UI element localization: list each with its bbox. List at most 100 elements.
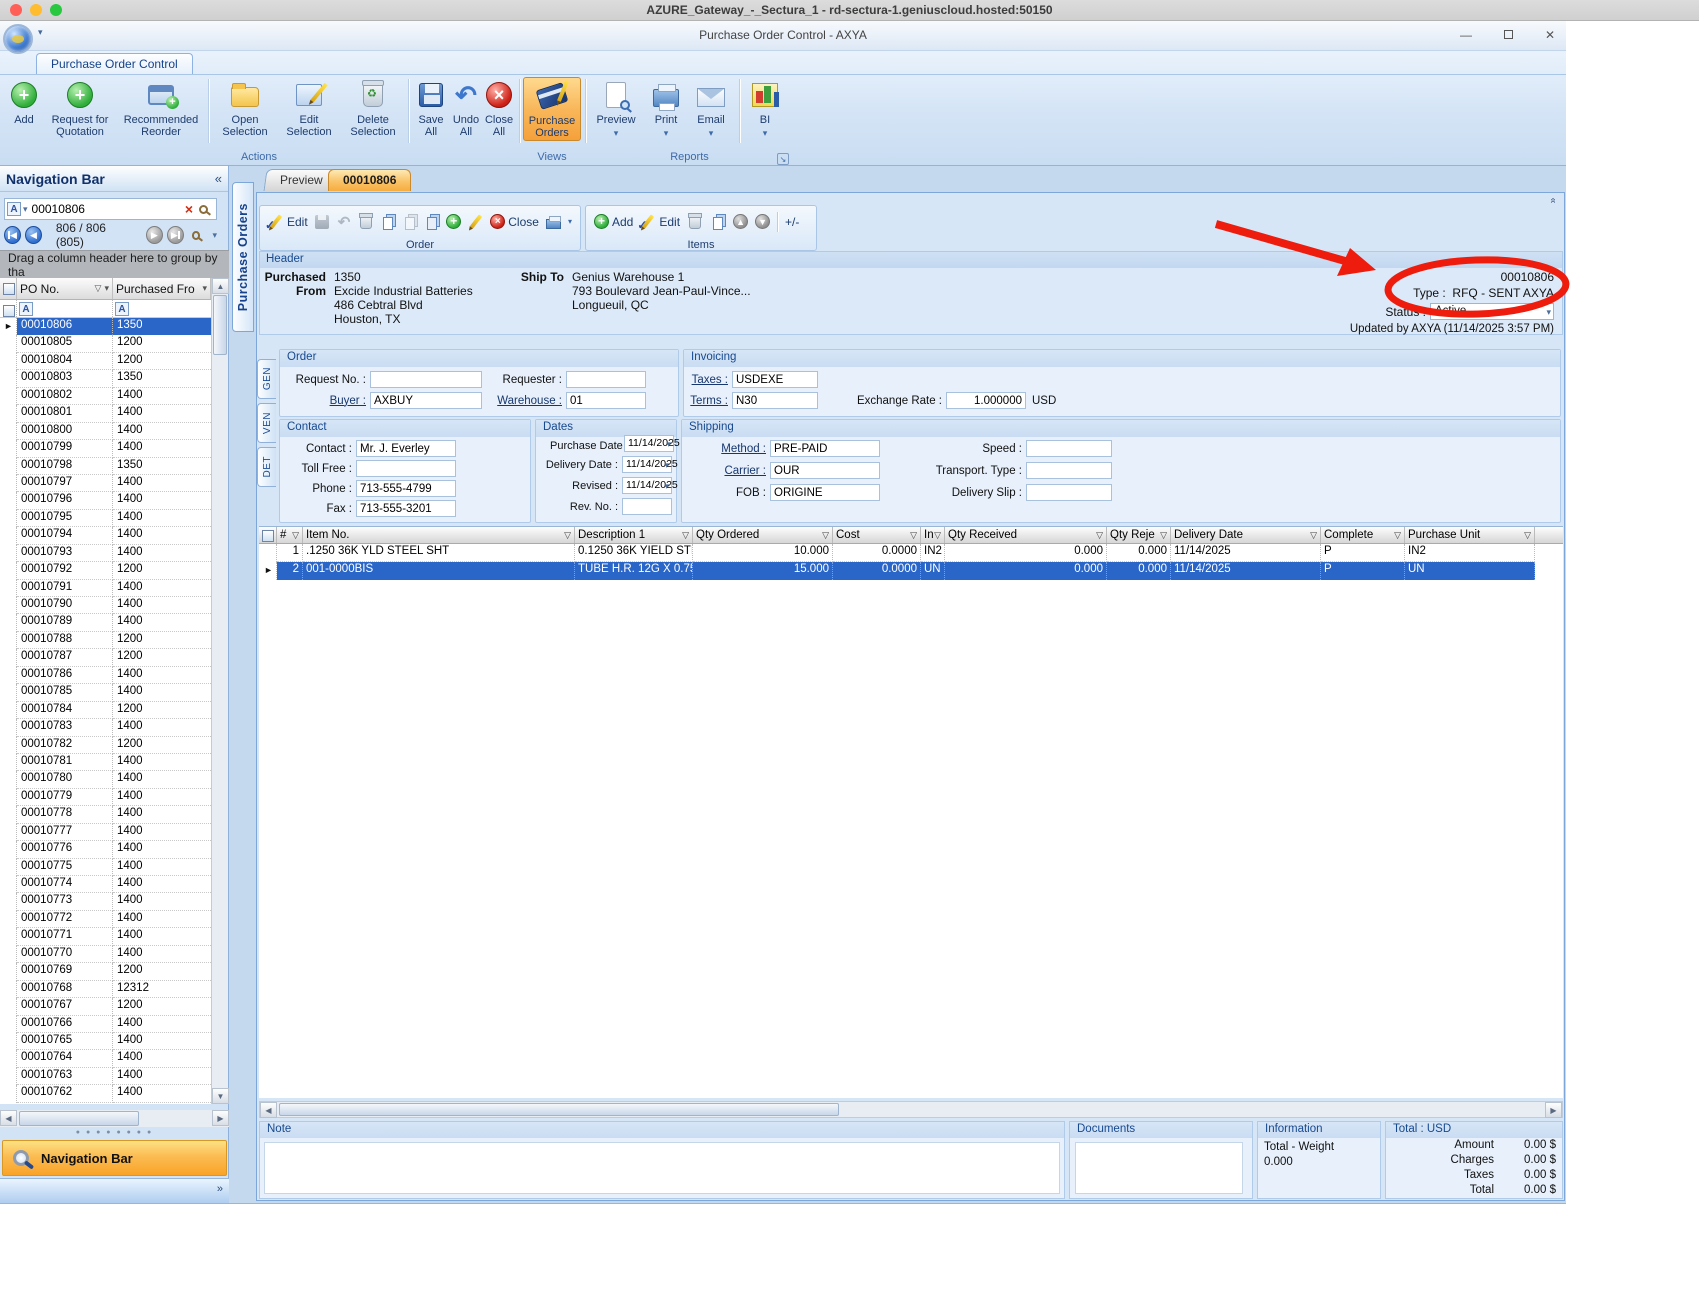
open-selection-button[interactable]: Open Selection (214, 77, 276, 138)
items-column-header[interactable]: Purchase Unit▽ (1405, 527, 1535, 543)
tab-det[interactable]: DET (257, 447, 276, 487)
send-icon[interactable]: + (446, 214, 461, 230)
add-button[interactable]: + Add (6, 77, 42, 126)
items-column-header[interactable]: Cost▽ (833, 527, 921, 543)
tab-ven[interactable]: VEN (257, 403, 276, 443)
purchased-from-dropdown-icon[interactable]: ▾ (202, 283, 207, 294)
po-list-row[interactable]: 000108031350 (0, 370, 211, 387)
collapse-panel-icon[interactable]: « (215, 171, 222, 186)
po-list-row[interactable]: 000107671200 (0, 998, 211, 1015)
plus-minus-button[interactable]: +/- (785, 215, 799, 229)
toll-free-input[interactable] (356, 460, 456, 477)
scroll-left-icon[interactable]: ◀ (0, 1110, 17, 1126)
move-up-icon[interactable]: ▲ (733, 214, 748, 229)
search-icon[interactable] (199, 205, 208, 214)
purchase-date-input[interactable]: 11/14/2025▾ (624, 435, 674, 452)
purchased-from-filter-cell[interactable]: A (113, 300, 211, 317)
po-list-row[interactable]: 000107711400 (0, 928, 211, 945)
revised-date-input[interactable]: 11/14/2025▾ (622, 477, 672, 494)
po-list-row[interactable]: 000107971400 (0, 475, 211, 492)
po-list-row[interactable]: 000107651400 (0, 1033, 211, 1050)
po-list-row[interactable]: 000107731400 (0, 893, 211, 910)
items-column-header[interactable]: Qty Received▽ (945, 527, 1107, 543)
minimize-button[interactable]: — (1446, 26, 1486, 45)
sign-icon[interactable] (468, 214, 483, 230)
advanced-search-icon[interactable] (192, 231, 201, 240)
scroll-right-icon[interactable]: ▶ (212, 1110, 229, 1126)
items-horizontal-scrollbar[interactable]: ◀ ▶ (259, 1101, 1563, 1118)
scroll-down-icon[interactable]: ▼ (212, 1088, 229, 1104)
po-list-row[interactable]: 000107901400 (0, 597, 211, 614)
contact-input[interactable] (356, 440, 456, 457)
delivery-date-input[interactable]: 11/14/2025▾ (622, 456, 672, 473)
po-list-row[interactable]: 000108011400 (0, 405, 211, 422)
po-list-row[interactable]: 000107621400 (0, 1085, 211, 1102)
items-grid-row[interactable]: ►2001-0000BISTUBE H.R. 12G X 0.75"...15.… (259, 562, 1563, 580)
buyer-link[interactable]: Buyer : (280, 395, 370, 407)
fax-input[interactable] (356, 500, 456, 517)
documents-box[interactable] (1075, 1142, 1243, 1194)
po-list-row[interactable]: 000107701400 (0, 946, 211, 963)
po-list-row[interactable]: 000107721400 (0, 911, 211, 928)
clear-search-icon[interactable]: × (185, 201, 193, 217)
tab-gen[interactable]: GEN (257, 359, 276, 399)
scroll-up-icon[interactable]: ▲ (212, 278, 229, 294)
items-scroll-right-icon[interactable]: ▶ (1545, 1102, 1562, 1118)
print-dropdown-icon[interactable]: ▾ (664, 127, 669, 139)
po-list-row[interactable]: 000107781400 (0, 806, 211, 823)
column-filter-icon[interactable]: ▽ (1524, 530, 1531, 541)
column-filter-icon[interactable]: ▽ (564, 530, 571, 541)
status-dropdown[interactable]: Active ▾ (1430, 303, 1554, 320)
panel-splitter[interactable]: ● ● ● ● ● ● ● ● (0, 1129, 229, 1139)
close-button[interactable]: ✕ (1530, 26, 1570, 45)
column-filter-icon[interactable]: ▽ (1160, 530, 1167, 541)
po-list-row[interactable]: 000107961400 (0, 492, 211, 509)
undo-icon[interactable]: ↶ (337, 214, 352, 230)
po-list-row[interactable]: ►000108061350 (0, 318, 211, 335)
item-add-button[interactable]: +Add (594, 214, 633, 229)
order-print-icon[interactable] (546, 214, 561, 230)
preview-button[interactable]: Preview ▾ (591, 77, 641, 139)
collapse-toolbar-icon[interactable]: » (1548, 198, 1559, 204)
po-list-row[interactable]: 000107631400 (0, 1068, 211, 1085)
po-no-filter-icon[interactable]: ▽ (95, 283, 102, 294)
item-recycle-icon[interactable] (687, 214, 703, 230)
items-scroll-left-icon[interactable]: ◀ (260, 1102, 277, 1118)
undo-all-button[interactable]: ↶ Undo All (450, 77, 482, 138)
copy-icon[interactable] (381, 214, 396, 230)
po-list-row[interactable]: 000107661400 (0, 1016, 211, 1033)
po-list-row[interactable]: 000107921200 (0, 562, 211, 579)
terms-input[interactable] (732, 392, 818, 409)
po-list-row[interactable]: 000107831400 (0, 719, 211, 736)
warehouse-input[interactable] (566, 392, 646, 409)
edit-selection-button[interactable]: Edit Selection (278, 77, 340, 138)
last-record-button[interactable]: ▶ (167, 226, 184, 244)
transport-type-input[interactable] (1026, 462, 1112, 479)
purchase-orders-side-tab[interactable]: Purchase Orders (232, 182, 254, 332)
buyer-input[interactable] (370, 392, 482, 409)
ribbon-tab-purchase-order-control[interactable]: Purchase Order Control (36, 53, 193, 74)
scroll-thumb[interactable] (213, 295, 227, 355)
prev-record-button[interactable]: ◀ (25, 226, 42, 244)
po-list-row[interactable]: 000108041200 (0, 353, 211, 370)
recycle-icon[interactable] (359, 214, 374, 230)
save-all-button[interactable]: Save All (414, 77, 448, 138)
tab-00010806[interactable]: 00010806 (328, 169, 411, 191)
items-column-header[interactable]: In▽ (921, 527, 945, 543)
terms-link[interactable]: Terms : (684, 395, 732, 407)
method-input[interactable] (770, 440, 880, 457)
po-list-row[interactable]: 000107981350 (0, 458, 211, 475)
request-for-quotation-button[interactable]: + Request for Quotation (44, 77, 116, 138)
preview-dropdown-icon[interactable]: ▾ (614, 127, 619, 139)
po-list-row[interactable]: 000107991400 (0, 440, 211, 457)
po-list-row[interactable]: 000107911400 (0, 580, 211, 597)
items-column-header[interactable]: Delivery Date▽ (1171, 527, 1321, 543)
po-list-row[interactable]: 000107761400 (0, 841, 211, 858)
column-filter-icon[interactable]: ▽ (910, 530, 917, 541)
warehouse-link[interactable]: Warehouse : (482, 395, 566, 407)
items-column-header[interactable]: Qty Reje▽ (1107, 527, 1171, 543)
items-hscroll-thumb[interactable] (279, 1103, 839, 1116)
speed-input[interactable] (1026, 440, 1112, 457)
fob-input[interactable] (770, 484, 880, 501)
po-list-row[interactable]: 000108001400 (0, 423, 211, 440)
